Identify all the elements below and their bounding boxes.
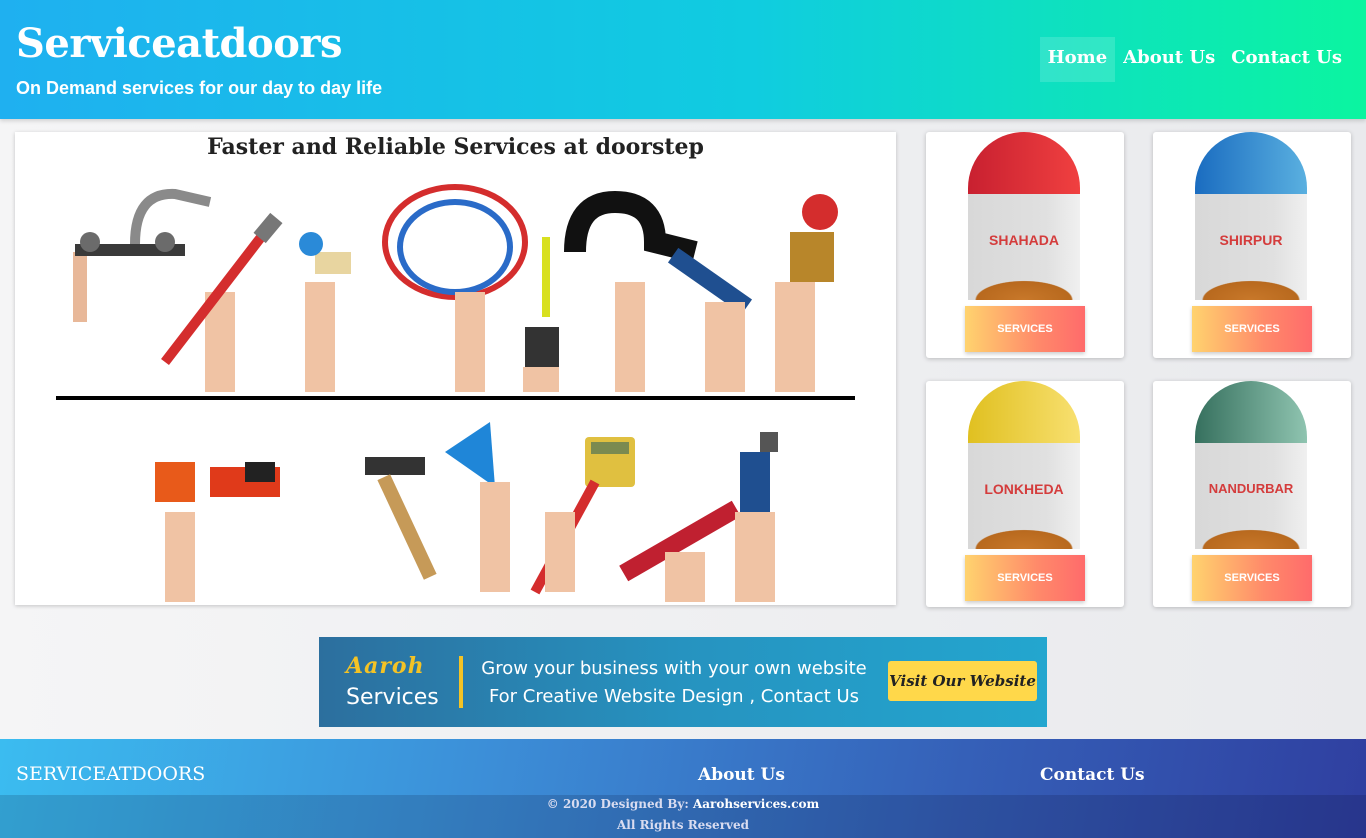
services-button[interactable]: SERVICES bbox=[965, 306, 1085, 352]
main-nav: Home About Us Contact Us bbox=[1039, 37, 1350, 82]
pipe-wrench-icon bbox=[530, 479, 600, 595]
ad-brand-sub: Services bbox=[346, 685, 439, 710]
hammer-icon bbox=[365, 457, 437, 580]
designer-link[interactable]: Aarohservices.com bbox=[693, 797, 819, 811]
hero-banner-image: Faster and Reliable Services at doorstep bbox=[15, 132, 896, 605]
milestone-cap bbox=[1195, 132, 1307, 194]
footer-brand: SERVICEATDOORS bbox=[16, 763, 206, 785]
ad-brand-logo: Aaroh bbox=[346, 653, 425, 679]
site-brand[interactable]: Serviceatdoors bbox=[16, 20, 342, 67]
ad-banner[interactable]: Aaroh Services Grow your business with y… bbox=[319, 637, 1047, 727]
pipe-icon bbox=[564, 190, 698, 392]
city-name: NANDURBAR bbox=[1208, 481, 1294, 496]
milestone-image: SHAHADA bbox=[968, 132, 1080, 300]
ad-subline: For Creative Website Design , Contact Us bbox=[488, 686, 860, 707]
milestone-cap bbox=[1195, 381, 1307, 443]
site-footer: SERVICEATDOORS About Us Contact Us © 202… bbox=[0, 739, 1366, 838]
ad-divider bbox=[459, 656, 463, 708]
milestone-cap bbox=[968, 381, 1080, 443]
calculator-icon bbox=[585, 437, 635, 487]
milestone-image: SHIRPUR bbox=[1195, 132, 1307, 300]
site-header: Serviceatdoors On Demand services for ou… bbox=[0, 0, 1366, 119]
level-icon bbox=[667, 247, 753, 392]
tape-measure-icon bbox=[523, 237, 559, 392]
footer-bottom-bar: © 2020 Designed By: Aarohservices.com Al… bbox=[0, 795, 1366, 838]
services-button[interactable]: SERVICES bbox=[965, 555, 1085, 601]
services-button[interactable]: SERVICES bbox=[1192, 555, 1312, 601]
footer-about-link[interactable]: About Us bbox=[698, 765, 785, 785]
square-icon bbox=[445, 422, 510, 592]
level-bottom-icon bbox=[619, 500, 741, 602]
services-button[interactable]: SERVICES bbox=[1192, 306, 1312, 352]
city-card-lonkheda: LONKHEDA SERVICES bbox=[926, 381, 1124, 607]
milestone-image: LONKHEDA bbox=[968, 381, 1080, 549]
footer-contact-link[interactable]: Contact Us bbox=[1040, 765, 1145, 785]
visit-website-button[interactable]: Visit Our Website bbox=[888, 661, 1037, 701]
milestone-image: NANDURBAR bbox=[1195, 381, 1307, 549]
nav-about-us[interactable]: About Us bbox=[1115, 37, 1223, 82]
ad-headline: Grow your business with your own website bbox=[481, 658, 867, 679]
footer-copyright: © 2020 Designed By: Aarohservices.com bbox=[0, 797, 1366, 811]
site-tagline: On Demand services for our day to day li… bbox=[16, 78, 383, 98]
valve-icon bbox=[299, 232, 351, 392]
faucet-icon bbox=[73, 188, 212, 322]
copyright-text: © 2020 Designed By: bbox=[546, 797, 689, 811]
footer-rights: All Rights Reserved bbox=[616, 818, 750, 832]
city-card-shahada: SHAHADA SERVICES bbox=[926, 132, 1124, 358]
hero-divider bbox=[56, 396, 855, 400]
milestone-cap bbox=[968, 132, 1080, 194]
gate-valve-icon bbox=[775, 194, 838, 392]
nav-home[interactable]: Home bbox=[1039, 37, 1116, 82]
city-name: SHIRPUR bbox=[1219, 232, 1283, 248]
wrench-icon bbox=[161, 212, 283, 392]
city-card-shirpur: SHIRPUR SERVICES bbox=[1153, 132, 1351, 358]
city-name: SHAHADA bbox=[989, 232, 1059, 248]
hose-icon bbox=[382, 184, 528, 392]
drill2-icon bbox=[735, 432, 778, 602]
city-card-nandurbar: NANDURBAR SERVICES bbox=[1153, 381, 1351, 607]
drill-icon bbox=[155, 462, 280, 602]
city-name: LONKHEDA bbox=[984, 481, 1064, 497]
nav-contact-us[interactable]: Contact Us bbox=[1223, 37, 1350, 82]
tools-illustration bbox=[73, 184, 838, 602]
